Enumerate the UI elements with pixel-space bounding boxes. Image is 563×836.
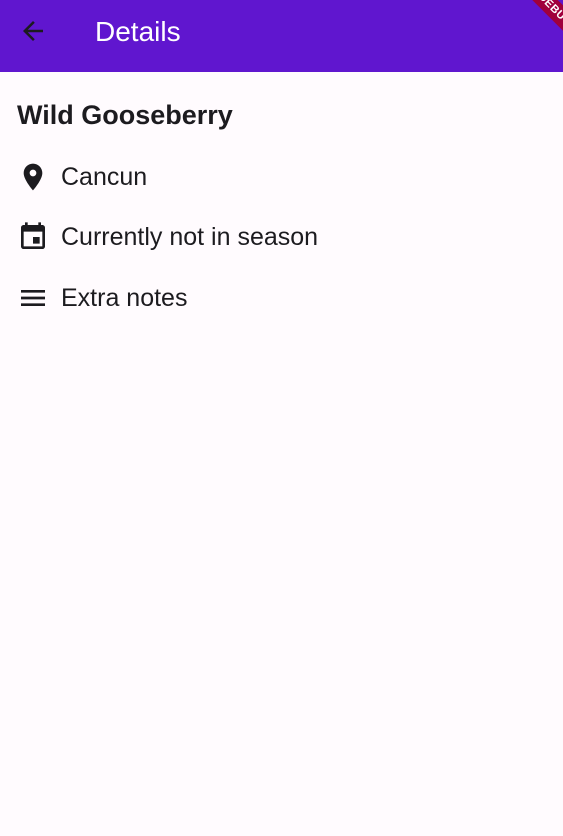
plant-name: Wild Gooseberry [17,100,233,130]
notes-row: Extra notes [17,282,187,314]
app-bar: Details DEBUG [0,0,563,72]
season-row: Currently not in season [17,221,318,253]
back-button[interactable] [9,9,57,57]
season-text: Currently not in season [61,223,319,251]
location-pin-icon [17,161,49,193]
notes-text: Extra notes [61,284,188,312]
arrow-back-icon [18,16,48,51]
location-row: Cancun [17,161,147,193]
debug-banner-label: DEBUG [514,0,563,51]
calendar-icon [17,221,49,253]
page-title: Details [95,16,181,47]
notes-icon [17,282,49,314]
debug-banner: DEBUG [499,0,563,64]
location-text: Cancun [61,163,148,191]
